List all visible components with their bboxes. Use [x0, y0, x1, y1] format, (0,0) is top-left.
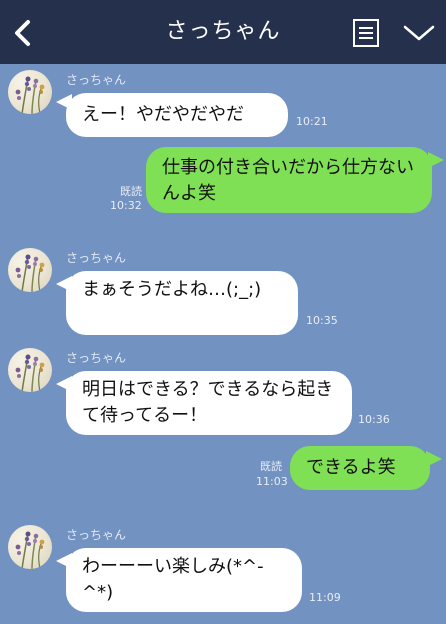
bubble-tail [428, 152, 444, 168]
message-time: 10:32 [110, 199, 142, 212]
message-text: 明日はできる？できるなら起きて待ってるー！ [82, 379, 334, 426]
avatar[interactable] [8, 348, 52, 392]
message-text: 仕事の付き合いだから仕方ないんよ笑 [162, 157, 414, 204]
dropdown-button[interactable] [402, 22, 436, 44]
flowers-icon [15, 531, 45, 569]
sender-name: さっちゃん [66, 528, 127, 542]
message-time: 10:21 [296, 115, 328, 128]
chat-header: さっちゃん [0, 0, 446, 64]
message-bubble[interactable]: できるよ笑 [290, 446, 430, 490]
read-status: 既読 [120, 185, 142, 198]
sender-name: さっちゃん [66, 73, 127, 87]
message-time: 11:03 [256, 475, 288, 488]
notes-button[interactable] [352, 18, 380, 48]
chevron-down-icon [403, 25, 435, 41]
bubble-tail [426, 451, 442, 467]
message-text: できるよ笑 [306, 457, 396, 478]
avatar[interactable] [8, 70, 52, 114]
message-text: まぁそうだよね…(;_;) [82, 279, 262, 300]
message-time: 11:09 [309, 591, 341, 604]
message-text: わーーーい楽しみ(*^-^*) [82, 556, 264, 603]
sender-name: さっちゃん [66, 351, 127, 365]
avatar[interactable] [8, 248, 52, 292]
notes-icon [353, 19, 379, 47]
avatar[interactable] [8, 525, 52, 569]
message-bubble[interactable]: 仕事の付き合いだから仕方ないんよ笑 [146, 147, 432, 213]
flowers-icon [15, 254, 45, 292]
read-status: 既読 [260, 460, 282, 473]
message-bubble[interactable]: 明日はできる？できるなら起きて待ってるー！ [66, 371, 352, 435]
message-text: えー！やだやだやだ [82, 104, 244, 125]
flowers-icon [15, 354, 45, 392]
message-bubble[interactable]: えー！やだやだやだ [66, 93, 288, 137]
sender-name: さっちゃん [66, 251, 127, 265]
message-time: 10:36 [358, 413, 390, 426]
message-time: 10:35 [306, 314, 338, 327]
message-bubble[interactable]: わーーーい楽しみ(*^-^*) [66, 548, 302, 612]
flowers-icon [15, 76, 45, 114]
message-bubble[interactable]: まぁそうだよね…(;_;) [66, 271, 298, 335]
